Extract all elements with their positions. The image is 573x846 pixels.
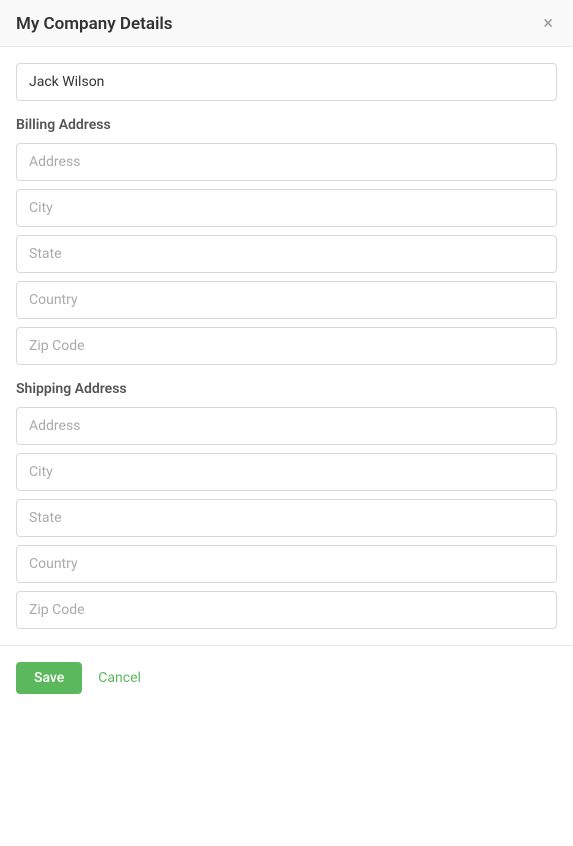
billing-state-field bbox=[16, 235, 557, 273]
modal-body: Billing Address Shipping Address bbox=[0, 47, 573, 629]
shipping-country-field bbox=[16, 545, 557, 583]
billing-city-field bbox=[16, 189, 557, 227]
billing-state-input[interactable] bbox=[16, 235, 557, 273]
billing-zip-field bbox=[16, 327, 557, 365]
cancel-button[interactable]: Cancel bbox=[94, 662, 145, 694]
billing-zip-input[interactable] bbox=[16, 327, 557, 365]
billing-country-field bbox=[16, 281, 557, 319]
modal-footer: Save Cancel bbox=[0, 645, 573, 710]
company-name-field bbox=[16, 63, 557, 101]
save-button[interactable]: Save bbox=[16, 662, 82, 694]
shipping-address-label: Shipping Address bbox=[16, 381, 557, 397]
billing-address-input[interactable] bbox=[16, 143, 557, 181]
modal-header: My Company Details × bbox=[0, 0, 573, 47]
billing-country-input[interactable] bbox=[16, 281, 557, 319]
shipping-zip-input[interactable] bbox=[16, 591, 557, 629]
close-button[interactable]: × bbox=[539, 15, 557, 33]
billing-address-label: Billing Address bbox=[16, 117, 557, 133]
shipping-address-input[interactable] bbox=[16, 407, 557, 445]
shipping-address-section: Shipping Address bbox=[16, 381, 557, 629]
shipping-city-input[interactable] bbox=[16, 453, 557, 491]
shipping-address-field bbox=[16, 407, 557, 445]
shipping-country-input[interactable] bbox=[16, 545, 557, 583]
shipping-state-field bbox=[16, 499, 557, 537]
modal: My Company Details × Billing Address bbox=[0, 0, 573, 846]
billing-address-section: Billing Address bbox=[16, 117, 557, 365]
modal-title: My Company Details bbox=[16, 14, 173, 34]
shipping-city-field bbox=[16, 453, 557, 491]
billing-city-input[interactable] bbox=[16, 189, 557, 227]
company-name-input[interactable] bbox=[16, 63, 557, 101]
shipping-state-input[interactable] bbox=[16, 499, 557, 537]
billing-address-field bbox=[16, 143, 557, 181]
shipping-zip-field bbox=[16, 591, 557, 629]
